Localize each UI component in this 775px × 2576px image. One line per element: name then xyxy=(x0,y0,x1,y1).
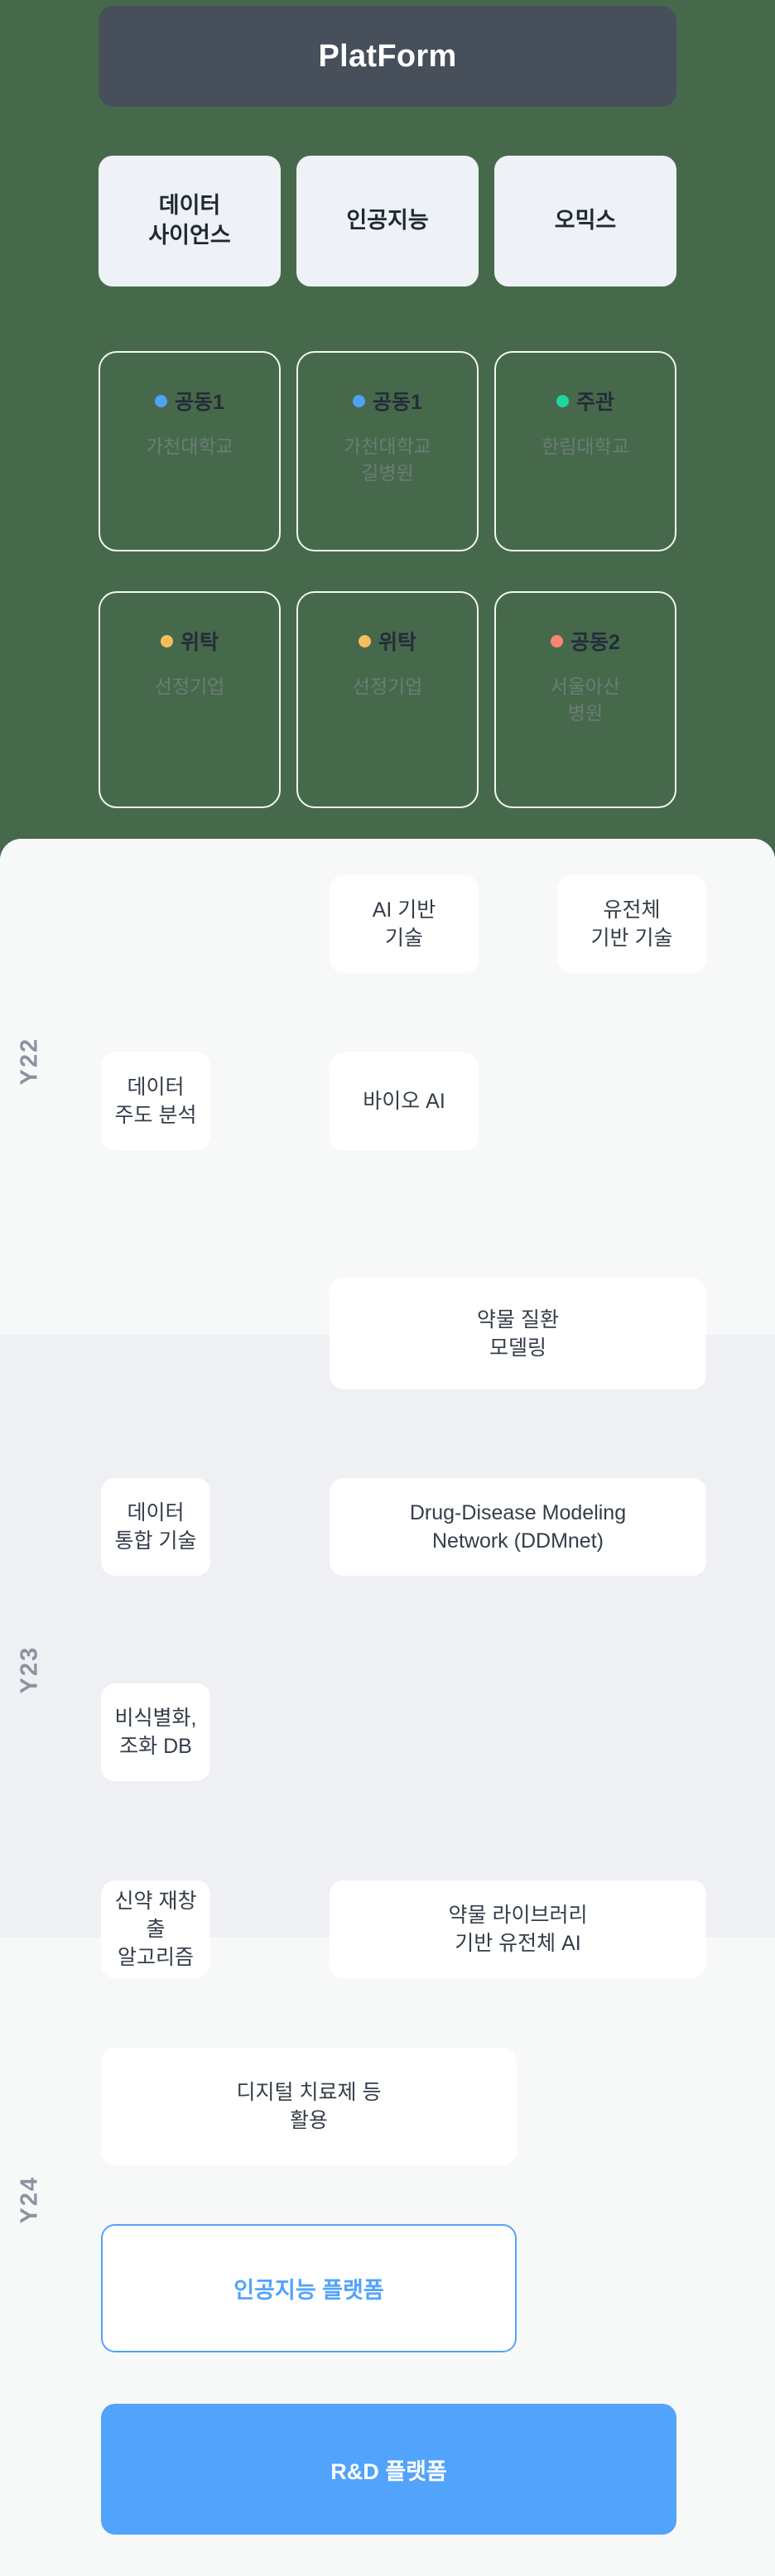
ai-platform-button-label: 인공지능 플랫폼 xyxy=(233,2278,384,2303)
partner-organization: 가천대학교 길병원 xyxy=(344,436,431,484)
domain-card-label: 데이터 사이언스 xyxy=(148,193,231,248)
partner-role-label: 공동1 xyxy=(175,391,224,414)
partner-role: 위탁 xyxy=(160,626,219,656)
partner-organization: 선정기업 xyxy=(352,676,423,697)
task-card-label: 디지털 치료제 등 활용 xyxy=(236,2081,382,2132)
task-card-data-driven-analysis[interactable]: 데이터 주도 분석 xyxy=(101,1052,210,1150)
task-card-drug-disease-modeling[interactable]: 약물 질환 모델링 xyxy=(330,1278,706,1389)
task-card-ddmnet[interactable]: Drug-Disease Modeling Network (DDMnet) xyxy=(330,1478,706,1576)
organization-panel: PlatForm 데이터 사이언스 인공지능 오믹스 공동1 가천대학교 공동1… xyxy=(0,0,775,846)
partner-role-label: 위탁 xyxy=(180,631,219,654)
partner-card[interactable]: 위탁 선정기업 xyxy=(296,591,479,808)
task-card-label: 약물 질환 모델링 xyxy=(477,1307,559,1360)
year-label-y22: Y22 xyxy=(16,1037,43,1086)
partner-card[interactable]: 공동1 가천대학교 xyxy=(99,351,281,551)
status-dot-icon xyxy=(551,634,564,648)
year-band-y23 xyxy=(0,1335,775,1938)
status-dot-icon xyxy=(358,634,371,648)
partner-organization: 가천대학교 xyxy=(146,436,233,457)
task-card-digital-therapeutics[interactable]: 디지털 치료제 등 활용 xyxy=(101,2048,517,2165)
domain-card-data-science[interactable]: 데이터 사이언스 xyxy=(99,156,281,286)
task-card-label: 바이오 AI xyxy=(363,1090,445,1113)
task-card-label: 비식별화, 조화 DB xyxy=(114,1707,197,1758)
partner-organization: 선정기업 xyxy=(154,676,225,697)
partner-role: 주관 xyxy=(556,386,614,416)
page-title: PlatForm xyxy=(318,38,457,74)
partner-role-label: 주관 xyxy=(575,391,614,414)
domain-card-label: 인공지능 xyxy=(346,208,429,234)
domain-card-ai[interactable]: 인공지능 xyxy=(296,156,479,286)
partner-card[interactable]: 공동2 서울아산 병원 xyxy=(494,591,676,808)
task-card-drug-repurposing-algorithm[interactable]: 신약 재창출 알고리즘 xyxy=(101,1880,210,1978)
domain-card-omics[interactable]: 오믹스 xyxy=(494,156,676,286)
task-card-label: 유전체 기반 기술 xyxy=(590,898,673,950)
platform-header: PlatForm xyxy=(99,6,676,107)
platform-roadmap-page: PlatForm 데이터 사이언스 인공지능 오믹스 공동1 가천대학교 공동1… xyxy=(0,0,775,2576)
ai-platform-button[interactable]: 인공지능 플랫폼 xyxy=(101,2224,517,2352)
domain-card-row: 데이터 사이언스 인공지능 오믹스 xyxy=(99,156,676,286)
partner-card[interactable]: 주관 한림대학교 xyxy=(494,351,676,551)
rnd-platform-button[interactable]: R&D 플랫폼 xyxy=(101,2404,676,2535)
partner-organization: 한림대학교 xyxy=(542,436,629,457)
partner-role: 공동1 xyxy=(353,386,422,416)
task-card-ai-base-tech[interactable]: AI 기반 기술 xyxy=(330,875,479,973)
partner-role: 공동2 xyxy=(551,626,620,656)
task-card-data-integration-tech[interactable]: 데이터 통합 기술 xyxy=(101,1478,210,1576)
task-card-label: 데이터 통합 기술 xyxy=(114,1501,197,1553)
status-dot-icon xyxy=(160,634,173,648)
partner-role-label: 공동1 xyxy=(373,391,422,414)
partner-organization: 서울아산 병원 xyxy=(550,676,621,724)
rnd-platform-button-label: R&D 플랫폼 xyxy=(330,2458,447,2484)
partner-role-label: 위탁 xyxy=(378,631,416,654)
status-dot-icon xyxy=(155,394,168,407)
partner-role: 공동1 xyxy=(155,386,224,416)
task-card-bio-ai[interactable]: 바이오 AI xyxy=(330,1052,479,1150)
task-card-label: 신약 재창출 알고리즘 xyxy=(114,1890,197,1969)
task-card-label: 데이터 주도 분석 xyxy=(114,1076,197,1127)
task-card-label: Drug-Disease Modeling Network (DDMnet) xyxy=(409,1501,627,1553)
partner-card-row-2: 위탁 선정기업 위탁 선정기업 공동2 서울아산 병원 xyxy=(99,591,676,808)
task-card-genome-base-tech[interactable]: 유전체 기반 기술 xyxy=(557,875,706,973)
partner-card[interactable]: 공동1 가천대학교 길병원 xyxy=(296,351,479,551)
task-card-drug-library-genome-ai[interactable]: 약물 라이브러리 기반 유전체 AI xyxy=(330,1880,706,1978)
status-dot-icon xyxy=(353,394,366,407)
partner-role-label: 공동2 xyxy=(570,631,620,654)
task-card-deidentification-harmonization-db[interactable]: 비식별화, 조화 DB xyxy=(101,1683,210,1781)
task-card-label: AI 기반 기술 xyxy=(372,898,436,950)
partner-card-row-1: 공동1 가천대학교 공동1 가천대학교 길병원 주관 한림대학교 xyxy=(99,351,676,551)
task-card-label: 약물 라이브러리 기반 유전체 AI xyxy=(448,1904,588,1955)
domain-card-label: 오믹스 xyxy=(554,208,617,234)
year-label-y24: Y24 xyxy=(16,2175,43,2224)
partner-card[interactable]: 위탁 선정기업 xyxy=(99,591,281,808)
partner-role: 위탁 xyxy=(358,626,416,656)
roadmap-panel: Y22 Y23 Y24 AI 기반 기술 유전체 기반 기술 데이터 주도 분석 바이… xyxy=(0,839,775,2576)
status-dot-icon xyxy=(556,394,569,407)
year-label-y23: Y23 xyxy=(16,1645,43,1694)
